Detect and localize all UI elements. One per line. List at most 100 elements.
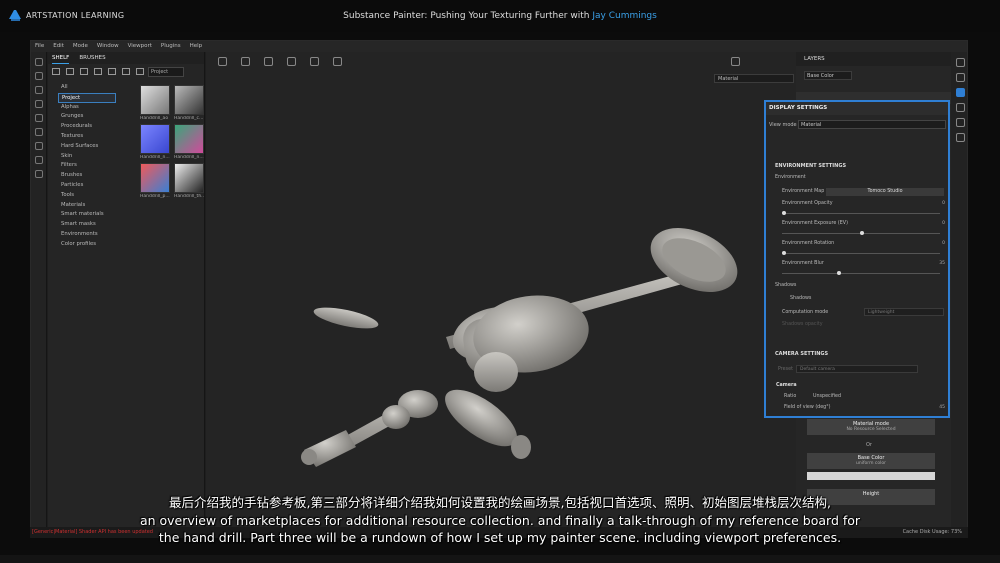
3d-viewport[interactable]: Material: [206, 52, 796, 537]
menu-file[interactable]: File: [35, 41, 44, 52]
texture-set-icon[interactable]: [955, 103, 965, 112]
smudge-tool-icon[interactable]: [34, 114, 43, 122]
env-map-button[interactable]: Tomoco Studio: [826, 188, 944, 196]
computation-mode-select[interactable]: Lightweight: [864, 308, 944, 316]
settings-icon[interactable]: [34, 170, 43, 178]
env-opacity-label: Environment Opacity: [782, 201, 833, 206]
ratio-value: Unspecified: [813, 394, 842, 399]
category-item[interactable]: Filters: [58, 161, 116, 171]
category-item[interactable]: Skin: [58, 152, 116, 162]
env-blur-label: Environment Blur: [782, 261, 824, 266]
environment-settings-heading: ENVIRONMENT SETTINGS: [775, 163, 847, 169]
texture-thumbnail-label: Handdrill_c...: [174, 116, 204, 121]
env-exposure-slider[interactable]: [782, 231, 940, 235]
new-icon[interactable]: [66, 67, 74, 75]
shelf-filter-chip[interactable]: Project: [148, 67, 184, 77]
shadows-checkbox[interactable]: Shadows: [790, 296, 811, 301]
display-settings-toggle-icon[interactable]: [955, 88, 965, 97]
ratio-label: Ratio: [784, 394, 797, 399]
category-item[interactable]: Materials: [58, 201, 116, 211]
category-item[interactable]: Hard Surfaces: [58, 142, 116, 152]
subtitle-line-2: the hand drill. Part three will be a run…: [158, 530, 842, 545]
env-rotation-slider[interactable]: [782, 251, 940, 255]
log-icon[interactable]: [955, 133, 965, 142]
picker-tool-icon[interactable]: [34, 142, 43, 150]
base-color-swatch[interactable]: [807, 472, 935, 480]
or-label: Or: [866, 442, 872, 448]
polygon-fill-icon[interactable]: [34, 100, 43, 108]
save-icon[interactable]: [80, 67, 88, 75]
video-progress-bar[interactable]: [0, 555, 1000, 563]
preset-select[interactable]: Default camera: [796, 365, 918, 373]
preset-label: Preset: [778, 367, 793, 372]
right-toolbar: [951, 52, 967, 537]
hide-icon[interactable]: [94, 67, 102, 75]
texture-thumbnail-label: Handdrill_ao: [140, 116, 169, 121]
layers-icon[interactable]: [955, 58, 965, 67]
shadows-label: Shadows: [775, 283, 797, 288]
category-item[interactable]: Smart masks: [58, 220, 116, 230]
menu-edit[interactable]: Edit: [53, 41, 64, 52]
category-item[interactable]: Particles: [58, 181, 116, 191]
hand-drill-model: [301, 228, 738, 467]
material-mode-button[interactable]: Material mode No Resource Selected: [807, 419, 935, 435]
category-item[interactable]: Environments: [58, 230, 116, 240]
course-header: ARTSTATION LEARNING Substance Painter: P…: [0, 0, 1000, 32]
projection-tool-icon[interactable]: [34, 86, 43, 94]
subtitle-line-zh: 最后介绍我的手钻参考板,第三部分将详细介绍我如何设置我的绘画场景,包括视口首选项…: [169, 495, 831, 510]
category-item[interactable]: Textures: [58, 132, 116, 142]
texture-thumbnail[interactable]: [174, 85, 204, 115]
tab-shelf[interactable]: SHELF: [52, 52, 70, 64]
env-exposure-label: Environment Exposure (EV): [782, 221, 848, 226]
env-map-label: Environment Map: [782, 189, 825, 194]
texture-thumbnail[interactable]: [174, 124, 204, 154]
category-item[interactable]: Grunges: [58, 112, 116, 122]
subtitles: 最后介绍我的手钻参考板,第三部分将详细介绍我如何设置我的绘画场景,包括视口首选项…: [0, 494, 1000, 547]
view-mode-select[interactable]: Material: [798, 120, 946, 129]
properties-icon[interactable]: [955, 73, 965, 82]
category-item[interactable]: Tools: [58, 191, 116, 201]
env-blur-slider[interactable]: [782, 271, 940, 275]
menu-help[interactable]: Help: [190, 41, 203, 52]
category-item[interactable]: Color profiles: [58, 240, 116, 250]
import-icon[interactable]: [108, 67, 116, 75]
eraser-tool-icon[interactable]: [34, 72, 43, 80]
tab-brushes[interactable]: BRUSHES: [79, 52, 105, 64]
history-icon[interactable]: [955, 118, 965, 127]
category-item[interactable]: All: [58, 83, 116, 93]
menu-plugins[interactable]: Plugins: [161, 41, 181, 52]
category-item[interactable]: Smart materials: [58, 210, 116, 220]
menu-bar: File Edit Mode Window Viewport Plugins H…: [31, 41, 967, 52]
clone-tool-icon[interactable]: [34, 128, 43, 136]
filter-icon[interactable]: [136, 67, 144, 75]
env-opacity-slider[interactable]: [782, 211, 940, 215]
category-item[interactable]: Alphas: [58, 103, 116, 113]
base-color-button[interactable]: Base Color uniform color: [807, 453, 935, 469]
folder-icon[interactable]: [52, 67, 60, 75]
fov-value[interactable]: 45: [939, 405, 945, 410]
shadows-opacity-label: Shadows opacity: [782, 322, 823, 327]
category-item[interactable]: Brushes: [58, 171, 116, 181]
view-mode-label: View mode: [769, 122, 797, 128]
bake-icon[interactable]: [34, 156, 43, 164]
shelf-panel: SHELF BRUSHES Project All Project Alphas Gru…: [48, 52, 205, 537]
environment-label: Environment: [775, 175, 806, 180]
fov-label: Field of view (deg°): [784, 405, 831, 410]
env-rotation-label: Environment Rotation: [782, 241, 835, 246]
category-item[interactable]: Project: [58, 92, 116, 103]
menu-viewport[interactable]: Viewport: [128, 41, 152, 52]
camera-label: Camera: [776, 383, 797, 388]
tool-sidebar: [31, 52, 47, 537]
texture-thumbnail[interactable]: [174, 163, 204, 193]
texture-thumbnail[interactable]: [140, 124, 170, 154]
texture-thumbnail[interactable]: [140, 85, 170, 115]
layers-channel-select[interactable]: Base Color: [804, 71, 852, 80]
export-icon[interactable]: [122, 67, 130, 75]
shelf-categories: All Project Alphas Grunges Procedurals Textur…: [58, 83, 116, 250]
menu-mode[interactable]: Mode: [73, 41, 88, 52]
category-item[interactable]: Procedurals: [58, 122, 116, 132]
menu-window[interactable]: Window: [97, 41, 119, 52]
texture-thumbnail[interactable]: [140, 163, 170, 193]
paint-tool-icon[interactable]: [34, 58, 43, 66]
subtitle-line-1: an overview of marketplaces for addition…: [139, 512, 861, 528]
